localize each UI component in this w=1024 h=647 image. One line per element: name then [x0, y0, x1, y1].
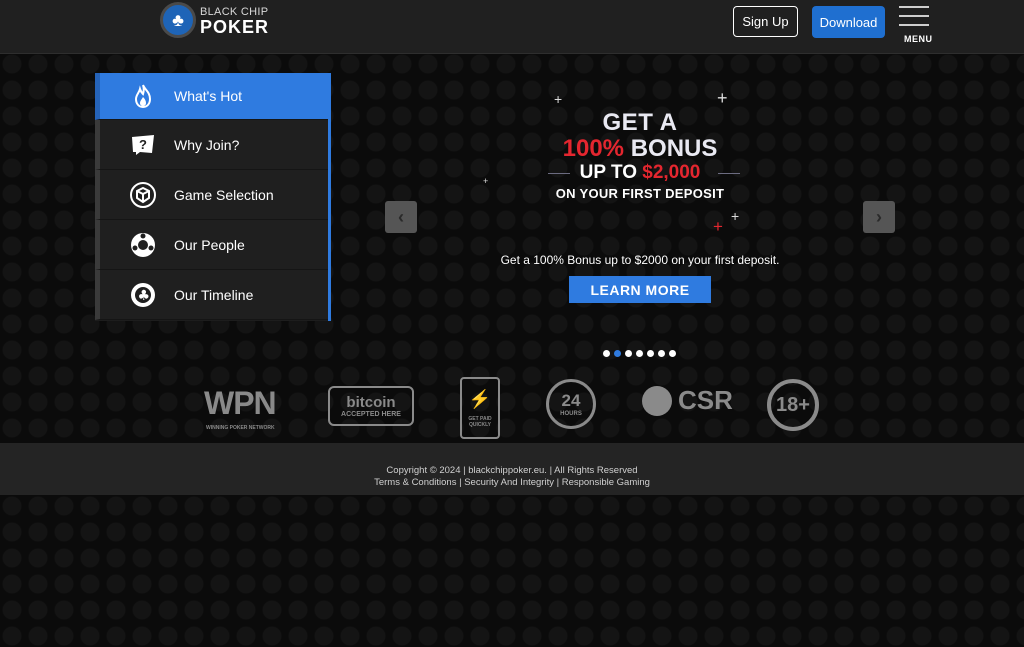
carousel-dot[interactable]	[669, 350, 676, 357]
sidebar-item-our-people[interactable]: Our People	[95, 220, 328, 270]
bitcoin-logo: bitcoin ACCEPTED HERE	[328, 386, 414, 426]
age-18-plus-badge: 18+	[767, 379, 819, 431]
promo-bonus-line: 100% BONUS	[540, 136, 740, 162]
site-footer: Copyright © 2024 | blackchippoker.eu. | …	[0, 443, 1024, 495]
sparkle-icon: +	[717, 88, 728, 108]
promo-up-to: UP TO	[579, 162, 637, 183]
promo-amount-line: UP TO $2,000	[540, 162, 740, 184]
carousel-dot[interactable]	[614, 350, 621, 357]
side-navigation: What's Hot ? Why Join? Game Selection Ou…	[95, 73, 331, 321]
svg-text:?: ?	[139, 137, 147, 152]
sparkle-icon: +	[554, 91, 563, 107]
csr-logo: CSR	[642, 385, 733, 416]
sidebar-item-label: Our Timeline	[174, 286, 254, 303]
promo-banner: GET A 100% BONUS UP TO $2,000 ON YOUR FI…	[540, 110, 740, 201]
lightning-icon: ⚡	[468, 388, 492, 409]
logo-text-bottom: POKER	[200, 17, 270, 37]
learn-more-button[interactable]: LEARN MORE	[569, 276, 711, 303]
promo-percent: 100%	[562, 135, 625, 162]
flame-icon	[130, 83, 156, 109]
promo-bonus-word: BONUS	[630, 135, 718, 162]
sparkle-icon: +	[731, 208, 740, 224]
globe-hands-icon	[642, 385, 672, 416]
svg-text:♣: ♣	[138, 288, 151, 304]
chevron-right-icon: ›	[876, 206, 882, 227]
24-hours-badge: 24 HOURS	[546, 379, 596, 429]
sign-up-button[interactable]: Sign Up	[733, 6, 798, 37]
wpn-logo: WPN WINNING POKER NETWORK	[204, 385, 277, 431]
sparkle-icon: +	[483, 176, 489, 186]
poker-chip-icon: ♣	[160, 2, 196, 38]
menu-button[interactable]: MENU	[899, 6, 932, 44]
sidebar-item-label: Our People	[174, 236, 245, 253]
sidebar-item-game-selection[interactable]: Game Selection	[95, 170, 328, 220]
sidebar-item-our-timeline[interactable]: ♣ Our Timeline	[95, 270, 328, 320]
carousel-dot[interactable]	[658, 350, 665, 357]
footer-links[interactable]: Terms & Conditions | Security And Integr…	[0, 477, 1024, 488]
promo-headline: GET A	[602, 109, 678, 136]
cube-icon	[130, 181, 156, 208]
carousel-prev-button[interactable]: ‹	[385, 201, 417, 233]
black-chip-poker-logo[interactable]: ♣ BLACK CHIP POKER	[160, 2, 270, 42]
site-header: ♣ BLACK CHIP POKER Sign Up Download MENU	[0, 0, 1024, 54]
carousel-dot[interactable]	[603, 350, 610, 357]
carousel-dot[interactable]	[636, 350, 643, 357]
chevron-left-icon: ‹	[398, 206, 404, 227]
carousel-dot[interactable]	[647, 350, 654, 357]
sparkle-icon: +	[713, 217, 723, 236]
sidebar-item-label: Game Selection	[174, 186, 274, 203]
menu-label: MENU	[904, 34, 933, 44]
promo-amount: $2,000	[642, 162, 701, 183]
sidebar-item-whats-hot[interactable]: What's Hot	[95, 73, 328, 120]
download-button[interactable]: Download	[812, 6, 885, 38]
sidebar-item-label: Why Join?	[174, 136, 240, 153]
partner-logos: WPN WINNING POKER NETWORK bitcoin ACCEPT…	[200, 375, 840, 439]
carousel-dot[interactable]	[625, 350, 632, 357]
get-paid-quickly-badge: ⚡ GET PAID QUICKLY	[460, 377, 500, 439]
sidebar-item-label: What's Hot	[174, 88, 243, 104]
carousel-next-button[interactable]: ›	[863, 201, 895, 233]
club-chip-icon: ♣	[130, 282, 156, 308]
promo-subline: ON YOUR FIRST DEPOSIT	[555, 186, 725, 201]
carousel-pagination	[603, 350, 676, 357]
people-chip-icon	[130, 232, 156, 258]
copyright-text: Copyright © 2024 | blackchippoker.eu. | …	[386, 465, 638, 476]
sidebar-item-why-join[interactable]: ? Why Join?	[95, 120, 328, 170]
promo-description: Get a 100% Bonus up to $2000 on your fir…	[500, 253, 780, 267]
question-card-icon: ?	[130, 132, 156, 158]
hamburger-icon	[899, 6, 929, 8]
